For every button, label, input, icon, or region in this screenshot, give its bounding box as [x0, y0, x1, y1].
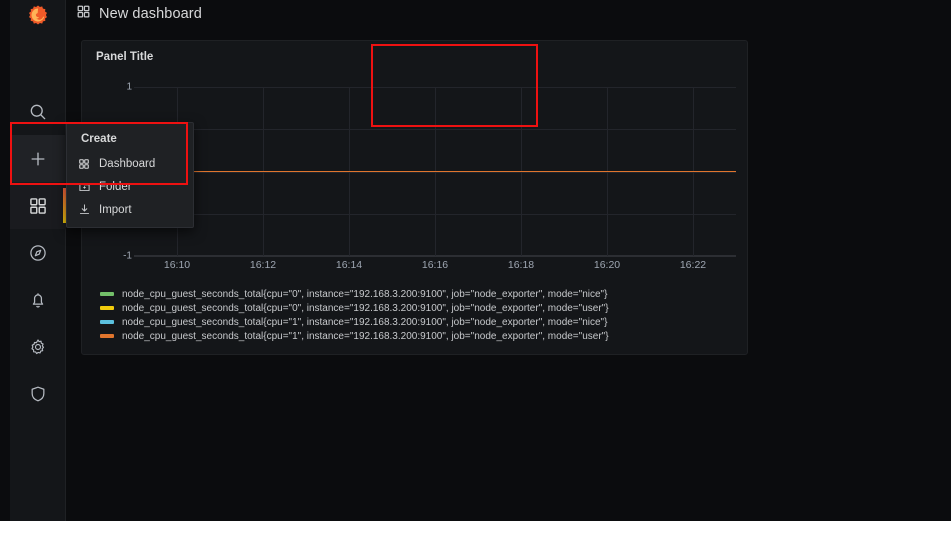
sidebar-item-alerting[interactable] — [10, 276, 66, 323]
plot-area[interactable] — [134, 71, 736, 257]
menu-item-label: Folder — [99, 180, 132, 193]
content-area: New dashboard Panel Title 1 -1 16:10 16:12… — [66, 0, 951, 521]
legend-item[interactable]: node_cpu_guest_seconds_total{cpu="1", in… — [96, 329, 737, 343]
legend-label: node_cpu_guest_seconds_total{cpu="1", in… — [122, 316, 608, 328]
gear-icon — [28, 337, 48, 357]
dropdown-header: Create — [81, 133, 117, 145]
legend-label: node_cpu_guest_seconds_total{cpu="0", in… — [122, 302, 609, 314]
menu-item-label: Dashboard — [99, 158, 156, 170]
page-title: New dashboard — [99, 6, 202, 22]
sidebar-item-explore[interactable] — [10, 229, 66, 276]
menu-item-import[interactable]: Import — [67, 198, 193, 221]
folder-plus-icon — [77, 180, 91, 193]
y-axis-tick-label: -1 — [123, 250, 132, 262]
sidebar-item-server-admin[interactable] — [10, 370, 66, 417]
legend-color-swatch — [100, 320, 114, 324]
x-axis-tick-label: 16:12 — [249, 259, 277, 271]
x-axis-tick-label: 16:18 — [507, 259, 535, 271]
sidebar — [9, 0, 66, 521]
compass-icon — [28, 243, 48, 263]
x-axis-tick-label: 16:20 — [593, 259, 621, 271]
sidebar-item-configuration[interactable] — [10, 323, 66, 370]
legend-item[interactable]: node_cpu_guest_seconds_total{cpu="0", in… — [96, 301, 737, 315]
apps-grid-icon — [77, 158, 91, 170]
legend-label: node_cpu_guest_seconds_total{cpu="0", in… — [122, 288, 608, 300]
legend-item[interactable]: node_cpu_guest_seconds_total{cpu="1", in… — [96, 315, 737, 329]
search-icon — [28, 102, 48, 122]
legend-item[interactable]: node_cpu_guest_seconds_total{cpu="0", in… — [96, 287, 737, 301]
sidebar-item-dashboards[interactable] — [9, 182, 66, 229]
legend-color-swatch — [100, 292, 114, 296]
topbar: New dashboard — [66, 0, 951, 28]
bell-icon — [28, 290, 48, 310]
menu-item-dashboard[interactable]: Dashboard — [67, 153, 193, 175]
grafana-app: New dashboard Panel Title 1 -1 16:10 16:12… — [0, 0, 951, 521]
import-download-icon — [77, 203, 91, 216]
y-axis-tick-label: 1 — [126, 81, 132, 93]
menu-item-folder[interactable]: Folder — [67, 175, 193, 198]
x-axis-tick-label: 16:10 — [163, 259, 191, 271]
plus-icon — [28, 149, 48, 169]
legend-label: node_cpu_guest_seconds_total{cpu="1", in… — [122, 330, 609, 342]
panel-title[interactable]: Panel Title — [96, 51, 153, 63]
x-axis-tick-label: 16:22 — [679, 259, 707, 271]
create-dropdown-menu[interactable]: Create Dashboard Folder Import — [66, 122, 194, 228]
sidebar-item-create[interactable] — [9, 135, 66, 182]
menu-item-label: Import — [99, 203, 132, 216]
sidebar-item-search[interactable] — [10, 88, 66, 135]
x-axis: 16:10 16:12 16:14 16:16 16:18 16:20 16:22 — [134, 257, 736, 275]
x-axis-tick-label: 16:16 — [421, 259, 449, 271]
legend-color-swatch — [100, 306, 114, 310]
grafana-logo-icon — [27, 4, 49, 26]
series-line — [134, 170, 736, 173]
apps-grid-icon — [28, 196, 48, 216]
apps-grid-icon — [76, 4, 91, 24]
sidebar-item-logo[interactable] — [10, 0, 66, 30]
shield-icon — [28, 384, 48, 404]
x-axis-tick-label: 16:14 — [335, 259, 363, 271]
legend-color-swatch — [100, 334, 114, 338]
legend[interactable]: node_cpu_guest_seconds_total{cpu="0", in… — [96, 287, 737, 343]
